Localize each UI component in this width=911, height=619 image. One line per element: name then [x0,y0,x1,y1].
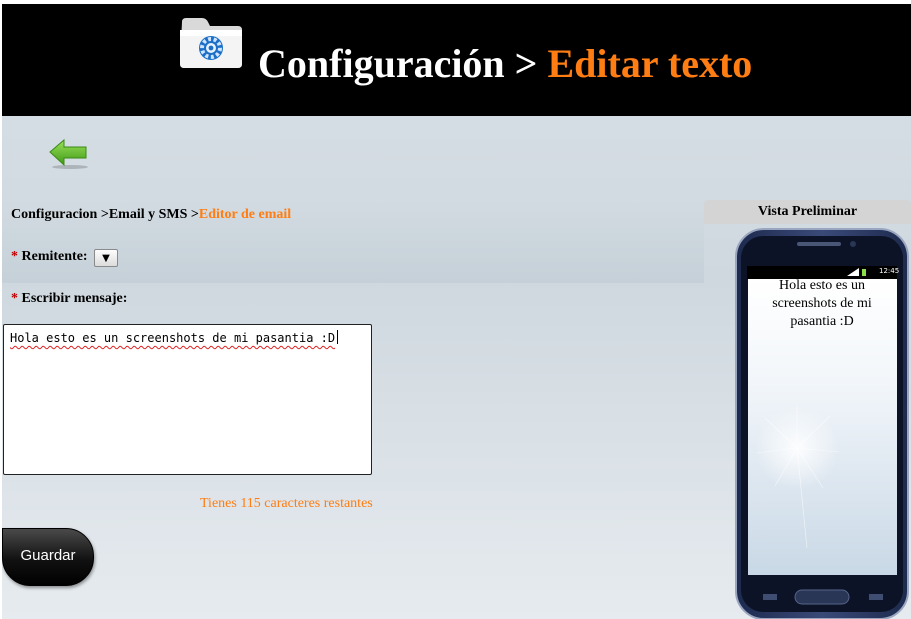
breadcrumb-item-configuracion[interactable]: Configuracion > [11,207,109,222]
breadcrumb-item-current: Editor de email [198,207,292,222]
message-text: Hola esto es un screenshots de mi pasant… [10,331,336,345]
mensaje-label: * Escribir mensaje: [11,291,127,307]
text-caret [337,330,339,344]
back-arrow-icon[interactable] [48,138,88,170]
title-accent: Editar texto [547,41,753,86]
page-header: Configuración > Editar texto [2,4,911,116]
save-button[interactable]: Guardar [2,528,94,586]
breadcrumb-item-email-sms[interactable]: Email y SMS > [109,207,199,222]
characters-remaining: Tienes 115 caracteres restantes [200,496,373,511]
page: Configuración > Editar texto Configuraci… [2,4,911,619]
preview-title: Vista Preliminar [704,200,911,224]
mensaje-label-text: Escribir mensaje: [21,291,128,306]
remitente-label-text: Remitente: [21,249,88,264]
required-mark: * [11,249,18,264]
folder-gear-icon [180,18,242,68]
remitente-label: * Remitente: [11,249,88,265]
title-main: Configuración > [258,41,538,86]
required-mark: * [11,291,18,306]
remitente-select[interactable]: ▼ [94,249,118,267]
status-time: 12:45 [879,267,900,275]
chevron-down-icon: ▼ [102,253,110,264]
breadcrumb: Configuracion >Email y SMS >Editor de em… [11,207,291,223]
message-textarea[interactable]: Hola esto es un screenshots de mi pasant… [3,324,372,475]
preview-message: Hola esto es un screenshots de mi pasant… [772,278,872,329]
page-title: Configuración > Editar texto [258,38,752,90]
